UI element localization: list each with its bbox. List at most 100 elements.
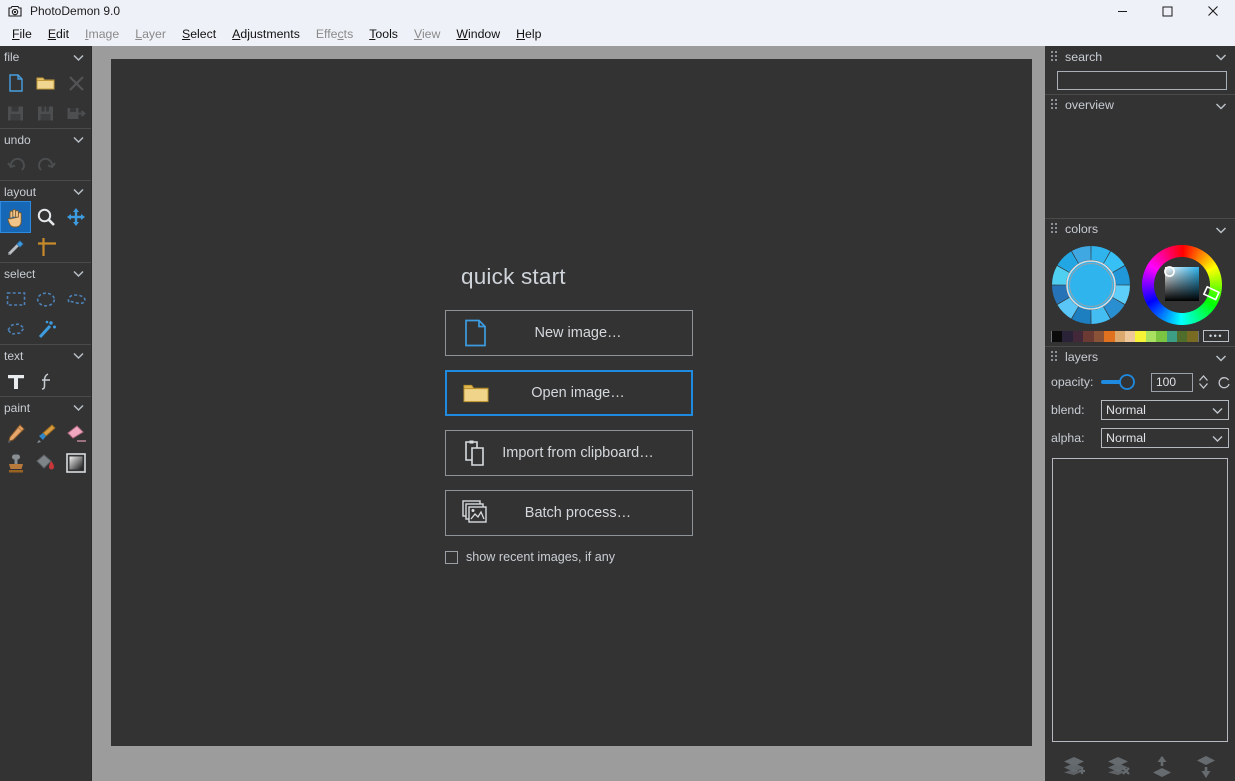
drag-grip-icon[interactable]: [1051, 51, 1058, 64]
palette-swatch[interactable]: [1125, 331, 1135, 342]
layer-list[interactable]: [1052, 458, 1228, 742]
opacity-value-field[interactable]: 100: [1151, 373, 1193, 392]
chevron-down-icon[interactable]: [1211, 404, 1224, 417]
panel-header-file[interactable]: file: [0, 46, 91, 68]
spinner-arrows-icon[interactable]: [1197, 373, 1210, 391]
color-variations-wheel[interactable]: [1050, 244, 1132, 326]
palette-swatch[interactable]: [1187, 331, 1197, 342]
reset-opacity-icon[interactable]: [1217, 375, 1231, 389]
image-canvas[interactable]: quick start New image…Open image…Import …: [111, 59, 1032, 746]
panel-header-text[interactable]: text: [0, 344, 91, 366]
polygon-select-button[interactable]: [1, 314, 31, 344]
menu-layer[interactable]: Layer: [127, 25, 174, 43]
palette-swatch[interactable]: [1177, 331, 1187, 342]
show-recent-images-checkbox[interactable]: show recent images, if any: [445, 550, 715, 564]
palette-swatch[interactable]: [1073, 331, 1083, 342]
quick-start-import-from-clipboard-button[interactable]: Import from clipboard…: [445, 430, 693, 476]
chevron-down-icon[interactable]: [1214, 223, 1228, 237]
palette-more-button[interactable]: •••: [1203, 330, 1229, 342]
chevron-down-icon[interactable]: [1214, 351, 1228, 365]
drag-grip-icon[interactable]: [1051, 99, 1058, 112]
panel-header-undo[interactable]: undo: [0, 128, 91, 150]
move-layer-down-button[interactable]: [1191, 752, 1221, 781]
menu-image[interactable]: Image: [77, 25, 127, 43]
menu-tools[interactable]: Tools: [361, 25, 406, 43]
menu-help[interactable]: Help: [508, 25, 549, 43]
chevron-down-icon[interactable]: [1214, 50, 1228, 64]
opacity-slider[interactable]: [1101, 373, 1143, 391]
move-layer-button[interactable]: [62, 202, 91, 232]
palette-swatch[interactable]: [1052, 331, 1062, 342]
chevron-down-icon[interactable]: [72, 349, 85, 362]
zoom-magnifier-button[interactable]: [31, 202, 60, 232]
typography-tool-button[interactable]: [32, 366, 62, 396]
new-image-button[interactable]: [1, 68, 30, 98]
opacity-slider-track[interactable]: [1101, 373, 1143, 391]
quick-start-batch-process-button[interactable]: Batch process…: [445, 490, 693, 536]
menu-adjustments[interactable]: Adjustments: [224, 25, 308, 43]
pan-hand-button[interactable]: [1, 202, 30, 232]
palette-swatch[interactable]: [1062, 331, 1072, 342]
blend-mode-select[interactable]: Normal: [1101, 400, 1229, 420]
palette-swatch[interactable]: [1135, 331, 1145, 342]
menu-view[interactable]: View: [406, 25, 448, 43]
chevron-down-icon[interactable]: [72, 185, 85, 198]
quick-start-open-image-button[interactable]: Open image…: [445, 370, 693, 416]
color-palette-strip[interactable]: [1051, 331, 1199, 342]
colors-panel-header[interactable]: colors: [1045, 218, 1235, 240]
lasso-select-button[interactable]: [62, 284, 91, 314]
text-tool-button[interactable]: [1, 366, 31, 396]
chevron-down-icon[interactable]: [72, 401, 85, 414]
chevron-down-icon[interactable]: [72, 133, 85, 146]
color-picker-button[interactable]: [1, 232, 31, 262]
layers-panel-header[interactable]: layers: [1045, 346, 1235, 368]
crop-button[interactable]: [32, 232, 62, 262]
palette-swatch[interactable]: [1167, 331, 1177, 342]
hue-ring-picker[interactable]: [1141, 244, 1223, 326]
chevron-down-icon[interactable]: [1214, 99, 1228, 113]
rectangle-select-button[interactable]: [1, 284, 30, 314]
palette-swatch[interactable]: [1115, 331, 1125, 342]
search-input[interactable]: [1058, 73, 1226, 90]
pencil-button[interactable]: [1, 418, 30, 448]
paint-bucket-button[interactable]: [31, 448, 60, 478]
menu-effects[interactable]: Effects: [308, 25, 361, 43]
ellipse-select-button[interactable]: [31, 284, 60, 314]
canvas-area[interactable]: quick start New image…Open image…Import …: [92, 46, 1045, 781]
chevron-down-icon[interactable]: [72, 51, 85, 64]
lasso-select-icon: [66, 291, 86, 307]
palette-swatch[interactable]: [1083, 331, 1093, 342]
menu-select[interactable]: Select: [174, 25, 224, 43]
delete-layer-button[interactable]: [1103, 752, 1133, 781]
menu-window[interactable]: Window: [448, 25, 508, 43]
panel-header-layout[interactable]: layout: [0, 180, 91, 202]
clone-stamp-button[interactable]: [1, 448, 30, 478]
palette-swatch[interactable]: [1146, 331, 1156, 342]
alpha-mode-select[interactable]: Normal: [1101, 428, 1229, 448]
search-input-wrap[interactable]: [1057, 71, 1227, 90]
magic-wand-button[interactable]: [32, 314, 62, 344]
overview-panel-header[interactable]: overview: [1045, 94, 1235, 116]
search-panel-header[interactable]: search: [1045, 46, 1235, 68]
drag-grip-icon[interactable]: [1051, 223, 1058, 236]
panel-header-select[interactable]: select: [0, 262, 91, 284]
quick-start-new-image-button[interactable]: New image…: [445, 310, 693, 356]
chevron-down-icon[interactable]: [1211, 432, 1224, 445]
move-layer-up-button[interactable]: [1147, 752, 1177, 781]
paintbrush-button[interactable]: [31, 418, 60, 448]
maximize-button[interactable]: [1145, 0, 1190, 22]
close-button[interactable]: [1190, 0, 1235, 22]
eraser-button[interactable]: [62, 418, 91, 448]
menu-edit[interactable]: Edit: [40, 25, 77, 43]
chevron-down-icon[interactable]: [72, 267, 85, 280]
drag-grip-icon[interactable]: [1051, 351, 1058, 364]
open-image-button[interactable]: [31, 68, 60, 98]
palette-swatch[interactable]: [1094, 331, 1104, 342]
palette-swatch[interactable]: [1104, 331, 1114, 342]
minimize-button[interactable]: [1100, 0, 1145, 22]
add-layer-button[interactable]: [1059, 752, 1089, 781]
gradient-button[interactable]: [62, 448, 91, 478]
palette-swatch[interactable]: [1156, 331, 1166, 342]
panel-header-paint[interactable]: paint: [0, 396, 91, 418]
menu-file[interactable]: File: [4, 25, 40, 43]
